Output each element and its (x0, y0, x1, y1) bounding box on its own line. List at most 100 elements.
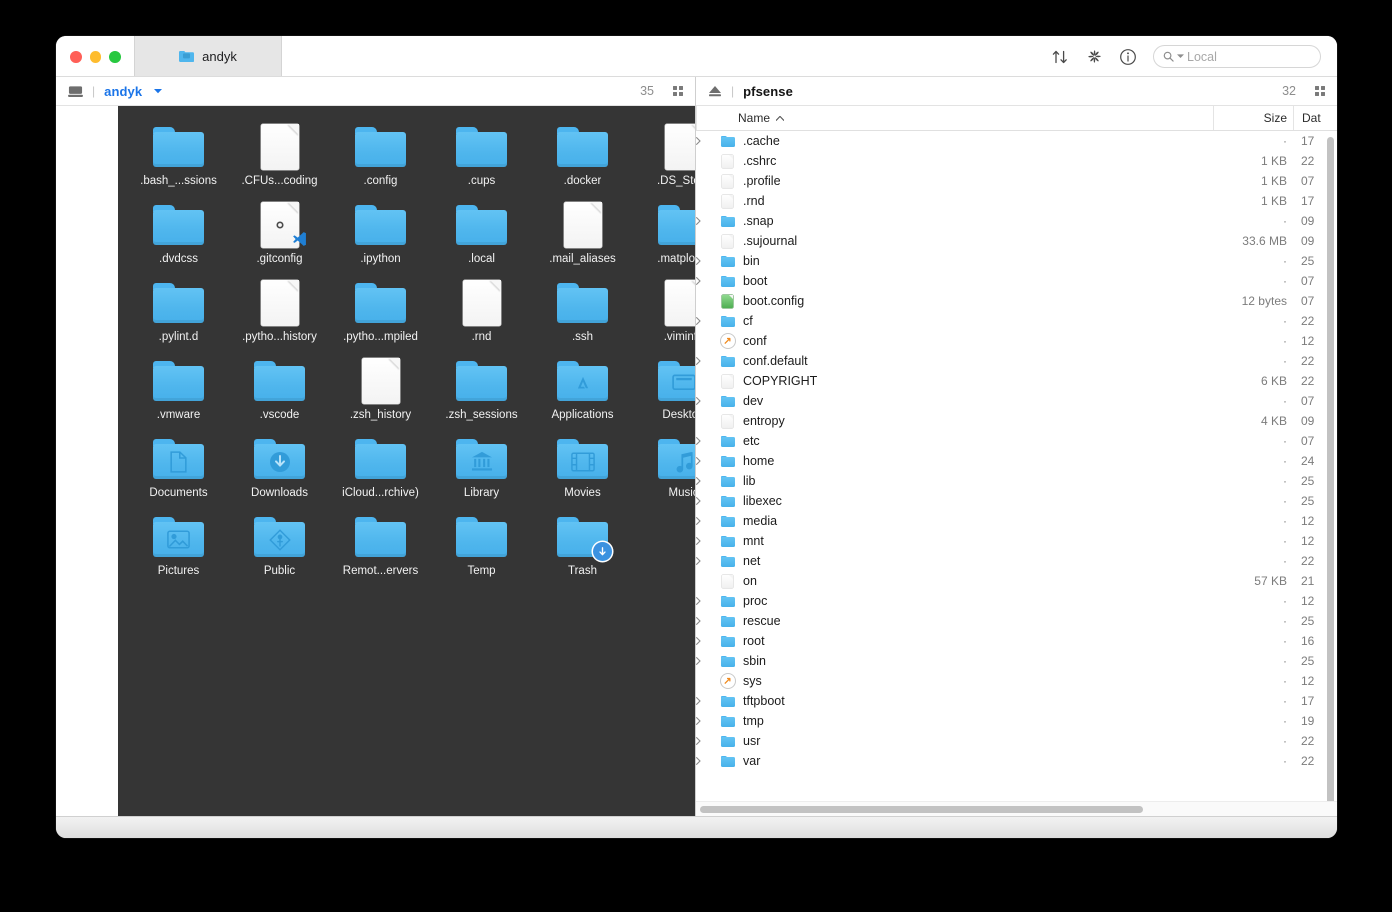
file-icon-item[interactable]: .zsh_sessions (431, 358, 532, 436)
file-icon-item[interactable]: Pictures (128, 514, 229, 592)
table-row[interactable]: root·16 (696, 631, 1337, 651)
disclosure-triangle-icon[interactable] (696, 657, 718, 665)
disclosure-triangle-icon[interactable] (696, 137, 718, 145)
file-icon-item[interactable]: Documents (128, 436, 229, 514)
vertical-scrollbar[interactable] (1327, 137, 1334, 801)
file-icon-item[interactable]: Applications (532, 358, 633, 436)
table-row[interactable]: boot.config12 bytes07 (696, 291, 1337, 311)
column-header-name[interactable]: Name (696, 106, 1213, 130)
table-row[interactable]: lib·25 (696, 471, 1337, 491)
file-icon-item[interactable]: .matplotlib (633, 202, 695, 280)
disclosure-triangle-icon[interactable] (696, 457, 718, 465)
disclosure-triangle-icon[interactable] (696, 257, 718, 265)
file-icon-item[interactable]: Remot...ervers (330, 514, 431, 592)
disclosure-triangle-icon[interactable] (696, 497, 718, 505)
disclosure-triangle-icon[interactable] (696, 317, 718, 325)
file-icon-item[interactable]: Trash (532, 514, 633, 592)
table-row[interactable]: COPYRIGHT6 KB22 (696, 371, 1337, 391)
table-row[interactable]: .profile1 KB07 (696, 171, 1337, 191)
table-row[interactable]: home·24 (696, 451, 1337, 471)
table-row[interactable]: .cache·17 (696, 131, 1337, 151)
file-icon-item[interactable]: .docker (532, 124, 633, 202)
file-icon-item[interactable]: Music (633, 436, 695, 514)
disclosure-triangle-icon[interactable] (696, 397, 718, 405)
computer-icon[interactable] (68, 85, 83, 98)
file-icon-item[interactable]: .pylint.d (128, 280, 229, 358)
table-row[interactable]: net·22 (696, 551, 1337, 571)
file-icon-item[interactable]: .vscode (229, 358, 330, 436)
file-icon-item[interactable]: .vmware (128, 358, 229, 436)
table-row[interactable]: ↗sys·12 (696, 671, 1337, 691)
column-header-size[interactable]: Size (1213, 106, 1293, 130)
disclosure-triangle-icon[interactable] (696, 717, 718, 725)
disclosure-triangle-icon[interactable] (696, 277, 718, 285)
disclosure-triangle-icon[interactable] (696, 757, 718, 765)
column-header-date[interactable]: Dat (1293, 106, 1337, 130)
disclosure-triangle-icon[interactable] (696, 537, 718, 545)
zoom-button[interactable] (109, 51, 121, 63)
file-icon-item[interactable]: .pytho...history (229, 280, 330, 358)
file-icon-item[interactable]: Movies (532, 436, 633, 514)
file-icon-item[interactable]: .DS_Store (633, 124, 695, 202)
table-row[interactable]: dev·07 (696, 391, 1337, 411)
file-icon-item[interactable]: Library (431, 436, 532, 514)
table-row[interactable]: boot·07 (696, 271, 1337, 291)
table-row[interactable]: var·22 (696, 751, 1337, 771)
eject-icon[interactable] (708, 85, 722, 97)
table-row[interactable]: mnt·12 (696, 531, 1337, 551)
chevron-down-icon[interactable] (154, 89, 162, 94)
disclosure-triangle-icon[interactable] (696, 697, 718, 705)
table-row[interactable]: bin·25 (696, 251, 1337, 271)
file-icon-item[interactable]: .bash_...ssions (128, 124, 229, 202)
file-icon-item[interactable]: Downloads (229, 436, 330, 514)
file-icon-item[interactable]: .cups (431, 124, 532, 202)
table-row[interactable]: conf.default·22 (696, 351, 1337, 371)
sync-icon[interactable] (1077, 40, 1111, 74)
disclosure-triangle-icon[interactable] (696, 217, 718, 225)
file-icon-item[interactable]: iCloud...rchive) (330, 436, 431, 514)
grid-view-icon[interactable] (673, 86, 683, 96)
file-icon-item[interactable]: .rnd (431, 280, 532, 358)
table-row[interactable]: cf·22 (696, 311, 1337, 331)
search-scope-caret[interactable] (1177, 54, 1184, 59)
disclosure-triangle-icon[interactable] (696, 637, 718, 645)
disclosure-triangle-icon[interactable] (696, 617, 718, 625)
local-path-label[interactable]: andyk (104, 84, 142, 99)
table-row[interactable]: etc·07 (696, 431, 1337, 451)
file-icon-item[interactable]: Desktop (633, 358, 695, 436)
table-row[interactable]: .cshrc1 KB22 (696, 151, 1337, 171)
file-icon-item[interactable]: .gitconfig (229, 202, 330, 280)
disclosure-triangle-icon[interactable] (696, 477, 718, 485)
search-field[interactable]: Local (1153, 45, 1321, 68)
minimize-button[interactable] (90, 51, 102, 63)
file-icon-item[interactable]: .zsh_history (330, 358, 431, 436)
file-icon-item[interactable]: .dvdcss (128, 202, 229, 280)
table-row[interactable]: media·12 (696, 511, 1337, 531)
file-icon-item[interactable]: .config (330, 124, 431, 202)
file-icon-item[interactable]: .mail_aliases (532, 202, 633, 280)
horizontal-scrollbar-thumb[interactable] (700, 806, 1143, 813)
disclosure-triangle-icon[interactable] (696, 597, 718, 605)
table-row[interactable]: .sujournal33.6 MB09 (696, 231, 1337, 251)
table-row[interactable]: entropy4 KB09 (696, 411, 1337, 431)
table-row[interactable]: tmp·19 (696, 711, 1337, 731)
table-row[interactable]: usr·22 (696, 731, 1337, 751)
table-row[interactable]: sbin·25 (696, 651, 1337, 671)
tab-andyk[interactable]: andyk (134, 36, 282, 77)
remote-path-label[interactable]: pfsense (743, 84, 793, 99)
table-row[interactable]: tftpboot·17 (696, 691, 1337, 711)
table-row[interactable]: .snap·09 (696, 211, 1337, 231)
file-icon-item[interactable]: .pytho...mpiled (330, 280, 431, 358)
close-button[interactable] (70, 51, 82, 63)
file-icon-item[interactable]: Public (229, 514, 330, 592)
disclosure-triangle-icon[interactable] (696, 437, 718, 445)
file-icon-item[interactable]: .ipython (330, 202, 431, 280)
grid-view-icon[interactable] (1315, 86, 1325, 96)
disclosure-triangle-icon[interactable] (696, 357, 718, 365)
table-row[interactable]: ↗conf·12 (696, 331, 1337, 351)
horizontal-scrollbar[interactable] (696, 801, 1337, 816)
table-row[interactable]: libexec·25 (696, 491, 1337, 511)
file-icon-item[interactable]: .local (431, 202, 532, 280)
disclosure-triangle-icon[interactable] (696, 557, 718, 565)
table-row[interactable]: proc·12 (696, 591, 1337, 611)
